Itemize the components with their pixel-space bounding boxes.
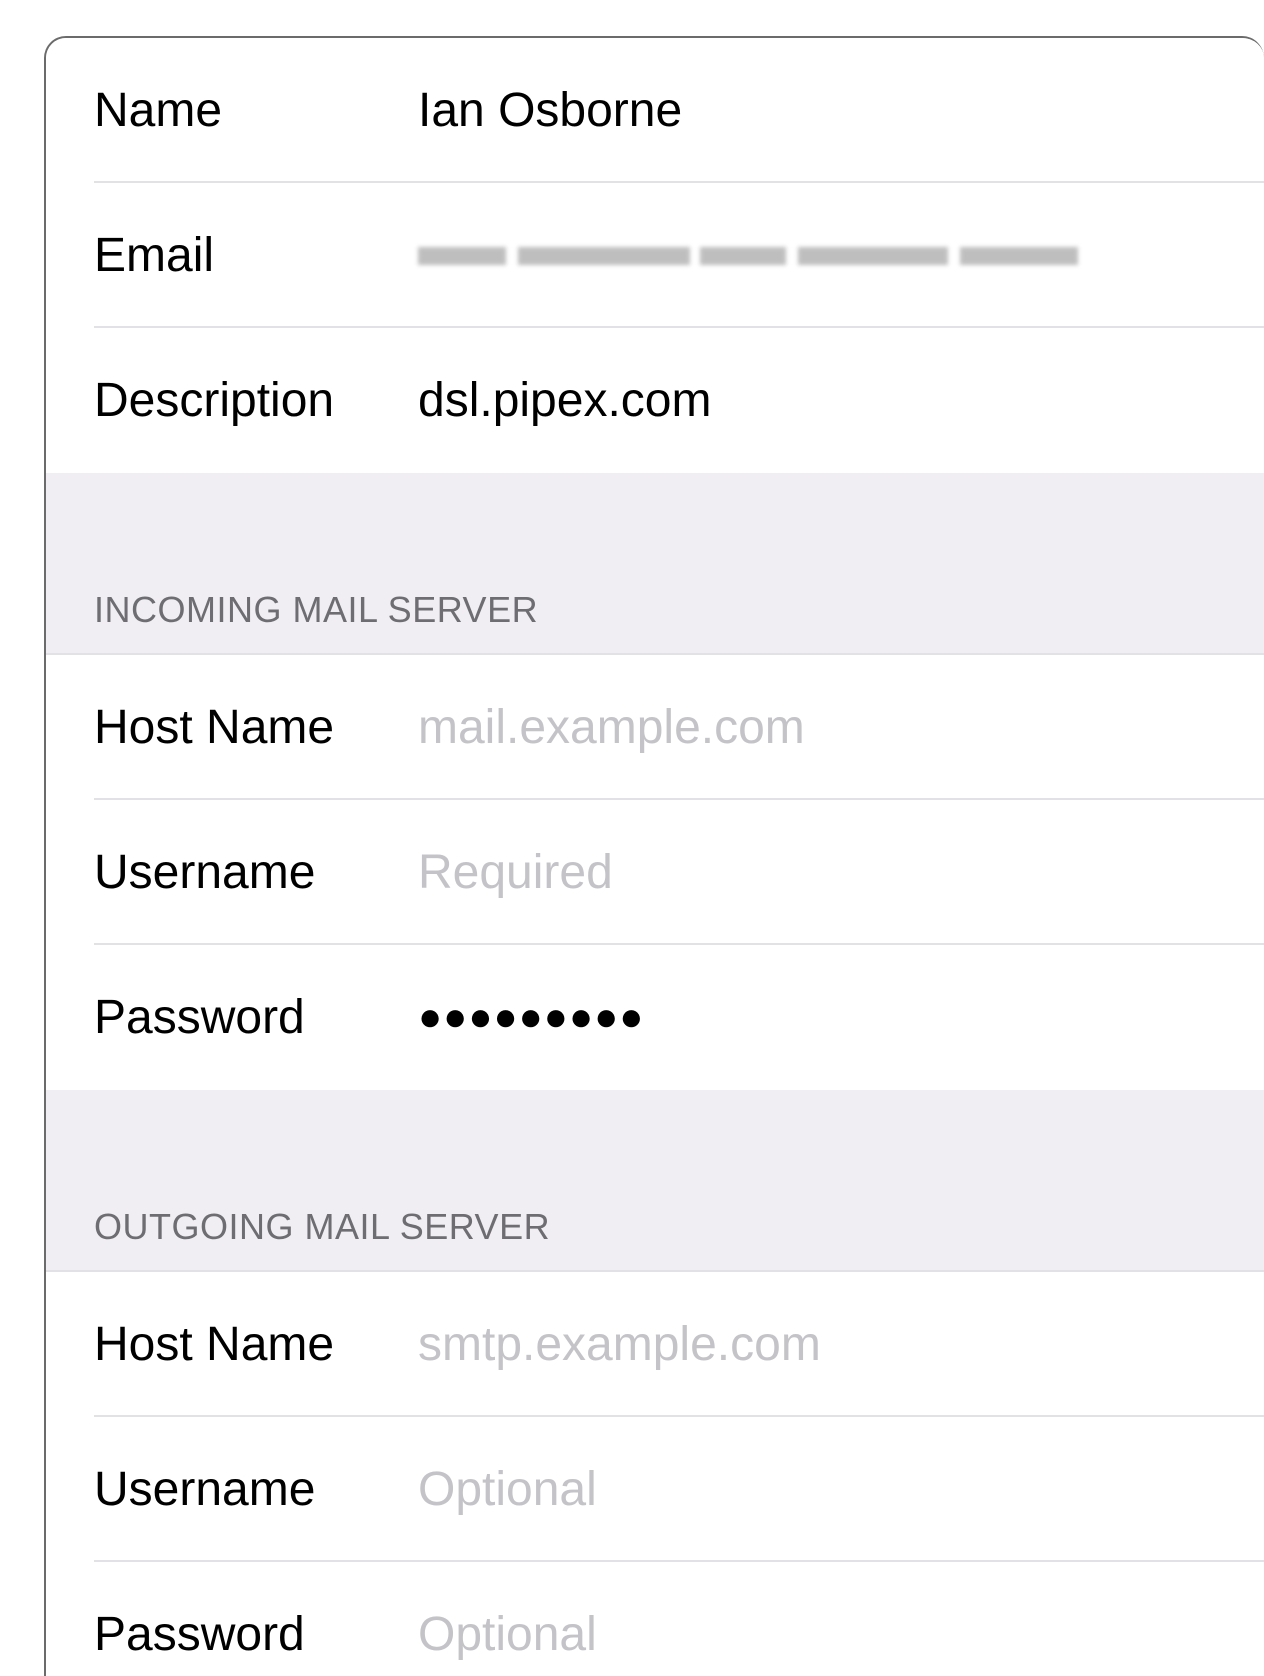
outgoing-host-label: Host Name: [94, 1318, 335, 1371]
incoming-username-label: Username: [94, 846, 316, 899]
incoming-host-label: Host Name: [94, 701, 335, 754]
outgoing-password-row[interactable]: Password Optional: [46, 1562, 1264, 1676]
outgoing-section-header: OUTGOING MAIL SERVER: [46, 1090, 1264, 1272]
description-label: Description: [94, 374, 335, 427]
outgoing-username-row[interactable]: Username Optional: [46, 1417, 1264, 1562]
outgoing-host-field[interactable]: smtp.example.com: [418, 1272, 821, 1417]
outgoing-password-field[interactable]: Optional: [418, 1562, 597, 1676]
incoming-username-row[interactable]: Username Required: [46, 800, 1264, 945]
name-field[interactable]: Ian Osborne: [418, 38, 682, 183]
outgoing-host-row[interactable]: Host Name smtp.example.com: [46, 1272, 1264, 1417]
outgoing-username-field[interactable]: Optional: [418, 1417, 597, 1562]
email-label: Email: [94, 229, 215, 282]
name-row[interactable]: Name Ian Osborne: [46, 38, 1264, 183]
email-row[interactable]: Email: [46, 183, 1264, 328]
incoming-host-field[interactable]: mail.example.com: [418, 655, 805, 800]
outgoing-username-label: Username: [94, 1463, 316, 1516]
incoming-section-title: INCOMING MAIL SERVER: [94, 589, 539, 630]
outgoing-password-label: Password: [94, 1608, 305, 1661]
incoming-username-field[interactable]: Required: [418, 800, 613, 945]
incoming-host-row[interactable]: Host Name mail.example.com: [46, 655, 1264, 800]
name-label: Name: [94, 84, 223, 137]
incoming-password-label: Password: [94, 991, 305, 1044]
incoming-password-row[interactable]: Password ●●●●●●●●●: [46, 945, 1264, 1090]
email-field-blurred[interactable]: [418, 241, 1098, 271]
description-field[interactable]: dsl.pipex.com: [418, 328, 711, 473]
outgoing-section-title: OUTGOING MAIL SERVER: [94, 1206, 551, 1247]
incoming-section-header: INCOMING MAIL SERVER: [46, 473, 1264, 655]
incoming-password-field[interactable]: ●●●●●●●●●: [418, 945, 644, 1090]
description-row[interactable]: Description dsl.pipex.com: [46, 328, 1264, 473]
account-settings-panel: Name Ian Osborne Email Description dsl.p…: [44, 36, 1264, 1676]
